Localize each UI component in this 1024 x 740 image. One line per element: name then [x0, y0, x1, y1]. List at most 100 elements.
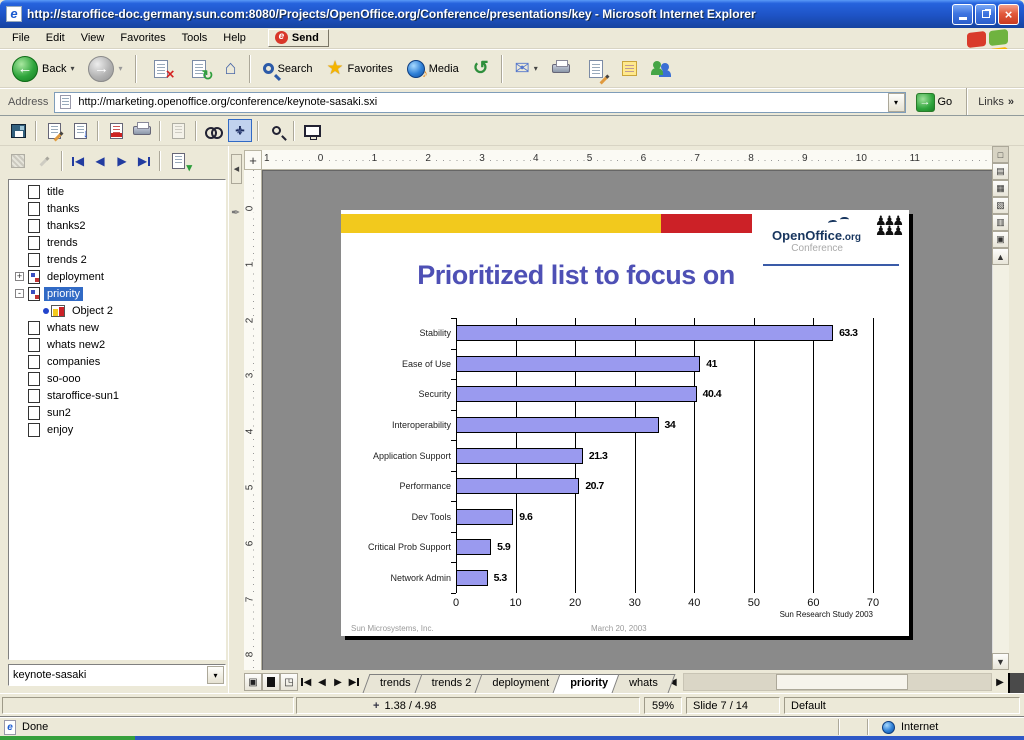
menu-item-favorites[interactable]: Favorites [112, 29, 173, 47]
home-button[interactable]: ⌂ [219, 53, 243, 85]
print-button[interactable] [546, 53, 576, 85]
mail-button[interactable]: ✉ ▾ [509, 53, 544, 85]
mode-button-2[interactable] [262, 673, 280, 691]
mode-button-3[interactable]: ◳ [280, 673, 298, 691]
address-dropdown-button[interactable]: ▾ [888, 93, 905, 112]
find-button[interactable] [202, 119, 226, 142]
tree-item-so-ooo[interactable]: so-ooo [9, 370, 225, 387]
restore-button[interactable] [975, 4, 996, 25]
stop-button[interactable]: × [143, 53, 179, 85]
tree-item-enjoy[interactable]: enjoy [9, 421, 225, 438]
tree-item-deployment[interactable]: +deployment [9, 268, 225, 285]
tree-item-sun2[interactable]: sun2 [9, 404, 225, 421]
expand-icon[interactable]: + [15, 272, 24, 281]
slide-show-button[interactable]: ▣ [992, 231, 1009, 248]
mail-dropdown-icon[interactable]: ▾ [534, 64, 538, 73]
collapse-icon[interactable]: - [15, 289, 24, 298]
close-button[interactable]: × [998, 4, 1019, 25]
go-label: Go [938, 96, 953, 108]
tree-item-thanks2[interactable]: thanks2 [9, 217, 225, 234]
send-button[interactable]: e Send [268, 29, 329, 47]
forward-button[interactable]: → ▾ [82, 53, 128, 85]
tree-item-thanks[interactable]: thanks [9, 200, 225, 217]
export-pdf-button[interactable] [104, 119, 128, 142]
navigator-button[interactable] [228, 119, 252, 142]
first-slide-button[interactable]: ◀ [68, 151, 88, 171]
scroll-right-button[interactable]: ▶ [992, 673, 1008, 691]
tree-item-trends[interactable]: trends [9, 234, 225, 251]
vertical-scrollbar[interactable]: □ ▤ ▦ ▧ ▥ ▣ ▲ ▼ [992, 146, 1009, 670]
next-slide-button[interactable]: ▶ [112, 151, 132, 171]
status-zoom-panel[interactable]: 59% [644, 697, 682, 714]
slides-view-button[interactable]: ▦ [992, 180, 1009, 197]
next-tab-button[interactable]: ▶ [330, 673, 346, 691]
search-button[interactable]: Search [257, 53, 319, 85]
oo-status-bar: + 1.38 / 4.98 59% Slide 7 / 14 Default [0, 693, 1024, 717]
menu-item-file[interactable]: File [4, 29, 38, 47]
panel-splitter[interactable]: ◀ ✒ [228, 146, 244, 693]
document-selector[interactable]: keynote-sasaki ▾ [8, 664, 226, 686]
address-input[interactable] [76, 94, 887, 111]
tree-item-label: Object 2 [69, 304, 116, 318]
handout-view-button[interactable]: ▥ [992, 214, 1009, 231]
history-button[interactable]: ↺ [467, 53, 495, 85]
tree-item-staroffice-sun1[interactable]: staroffice-sun1 [9, 387, 225, 404]
tab-whats[interactable]: whats [615, 674, 672, 693]
menu-item-view[interactable]: View [73, 29, 113, 47]
tree-item-whats-new2[interactable]: whats new2 [9, 336, 225, 353]
presentation-button[interactable] [300, 119, 324, 142]
outline-view-button[interactable]: ▤ [992, 163, 1009, 180]
slide[interactable]: OpenOffice.org Conference ♟♟♟♟♟♟ Priorit… [341, 210, 909, 636]
tab-deployment[interactable]: deployment [478, 674, 563, 693]
collapse-panel-button[interactable]: ◀ [231, 154, 242, 184]
tree-item-trends-2[interactable]: trends 2 [9, 251, 225, 268]
vertical-scroll-track[interactable] [992, 265, 1009, 653]
previous-slide-button[interactable]: ◀ [90, 151, 110, 171]
horizontal-scroll-thumb[interactable] [776, 674, 908, 690]
tree-item-whats-new[interactable]: whats new [9, 319, 225, 336]
scroll-up-button[interactable]: ▲ [992, 248, 1009, 265]
bar-value-label: 5.3 [494, 572, 507, 584]
reload-document-button[interactable]: ↓ [68, 119, 92, 142]
last-tab-button[interactable]: ▶ [346, 673, 362, 691]
tree-item-label: thanks [44, 202, 82, 216]
zoom-button[interactable] [264, 119, 288, 142]
mode-button-1[interactable]: ▣ [244, 673, 262, 691]
horizontal-scroll-track[interactable] [683, 673, 992, 691]
menu-item-tools[interactable]: Tools [174, 29, 216, 47]
edit-file-button[interactable] [42, 119, 66, 142]
back-button[interactable]: ← Back ▾ [6, 53, 80, 85]
tree-item-title[interactable]: title [9, 183, 225, 200]
logo-subtitle: Conference [791, 243, 843, 254]
window-bottom-border [0, 736, 1024, 740]
menu-item-help[interactable]: Help [215, 29, 254, 47]
scroll-down-button[interactable]: ▼ [992, 653, 1009, 670]
first-tab-button[interactable]: ◀ [298, 673, 314, 691]
drag-to-document-button[interactable]: ▾ [166, 150, 190, 173]
address-field[interactable]: ▾ [54, 92, 905, 113]
previous-tab-button[interactable]: ◀ [314, 673, 330, 691]
refresh-button[interactable]: ↻ [181, 53, 217, 85]
save-button[interactable] [6, 119, 30, 142]
links-button[interactable]: Links » [972, 96, 1020, 108]
document-selector-dropdown-icon[interactable]: ▾ [207, 666, 224, 684]
drawing-view-button[interactable]: □ [992, 146, 1009, 163]
discuss-button[interactable] [616, 53, 643, 85]
slide-icon [28, 219, 40, 233]
menu-item-edit[interactable]: Edit [38, 29, 73, 47]
tree-item-priority[interactable]: -priority [9, 285, 225, 302]
back-dropdown-icon[interactable]: ▾ [70, 64, 74, 73]
last-slide-button[interactable]: ▶ [134, 151, 154, 171]
minimize-button[interactable] [952, 4, 973, 25]
messenger-button[interactable] [645, 53, 677, 85]
media-button[interactable]: ♪ Media [401, 53, 465, 85]
favorites-button[interactable]: ★ Favorites [320, 53, 398, 85]
notes-view-button[interactable]: ▧ [992, 197, 1009, 214]
tree-item-label: trends [44, 236, 81, 250]
restore-icon [982, 10, 990, 18]
go-button[interactable]: → Go [912, 92, 957, 113]
tree-item-object-2[interactable]: Object 2 [9, 302, 225, 319]
print-file-button[interactable] [130, 119, 154, 142]
tree-item-companies[interactable]: companies [9, 353, 225, 370]
edit-button[interactable] [578, 53, 614, 85]
